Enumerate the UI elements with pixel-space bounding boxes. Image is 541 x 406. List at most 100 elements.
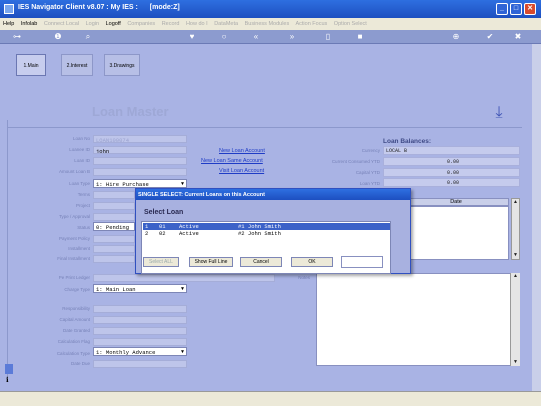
info-icon[interactable]: ℹ <box>6 376 9 384</box>
close-button[interactable]: ✕ <box>524 3 536 15</box>
status-label: Status <box>77 225 90 230</box>
menu-action-focus[interactable]: Action Focus <box>295 21 327 27</box>
status-select[interactable]: 0: Pending <box>93 222 135 231</box>
capital-amount-label: Capital Amount <box>59 317 90 322</box>
scroll-up-icon[interactable]: ▲ <box>511 273 520 280</box>
help-icon[interactable]: ❶ <box>52 32 64 41</box>
scroll-down-icon[interactable]: ▼ <box>511 359 520 366</box>
rewind-icon[interactable]: « <box>250 32 262 41</box>
stop-icon[interactable]: ■ <box>354 32 366 41</box>
installment-field[interactable] <box>93 245 135 253</box>
amount-loan-field[interactable] <box>93 168 187 176</box>
menu-infolab[interactable]: Infolab <box>21 21 38 27</box>
minimize-button[interactable]: _ <box>496 3 508 15</box>
date-due-label: Date Due <box>70 361 90 366</box>
circle-icon[interactable]: ○ <box>218 32 230 41</box>
list-item[interactable]: 1 01 Active #1 John Smith <box>143 223 390 230</box>
date-column-header[interactable]: Date <box>403 198 509 206</box>
balance-grid[interactable] <box>403 206 509 260</box>
heart-icon[interactable]: ♥ <box>186 32 198 41</box>
fast-forward-icon[interactable]: » <box>286 32 298 41</box>
menu-record[interactable]: Record <box>162 21 180 27</box>
right-strip <box>532 44 541 391</box>
check-icon[interactable]: ✔ <box>484 32 496 41</box>
date-due-field[interactable] <box>93 360 187 368</box>
pe-print-ledger-label: Pe Print Ledger <box>58 275 90 280</box>
menu-datameta[interactable]: DataMeta <box>214 21 238 27</box>
loan-no-label: Loan No <box>72 136 90 141</box>
page-icon[interactable]: ▯ <box>322 32 334 41</box>
loan-no-field[interactable]: LOAN100074 <box>93 135 187 143</box>
charge-type-select[interactable]: 1: Main Loan ▼ <box>93 284 187 293</box>
cancel-icon[interactable]: ✖ <box>512 32 524 41</box>
balance-label: Currency <box>361 148 380 153</box>
balance-label: Loan YTD <box>359 181 380 186</box>
show-full-line-button[interactable]: Show Full Line <box>189 257 233 267</box>
search-icon[interactable]: ⌕ <box>82 32 94 41</box>
chevron-down-icon: ▼ <box>180 181 184 187</box>
calculation-flag-field[interactable] <box>93 338 187 346</box>
visit-loan-account-link[interactable]: Visit Loan Account <box>219 168 264 174</box>
final-installment-label: Final Installment <box>57 256 90 261</box>
final-installment-field[interactable] <box>93 255 135 263</box>
capital-amount-field[interactable] <box>93 316 187 324</box>
add-icon[interactable]: ⊕ <box>450 32 462 41</box>
dialog-title: SINGLE SELECT: Current Loans on this Acc… <box>136 189 410 200</box>
project-field[interactable] <box>93 202 135 210</box>
terms-field[interactable] <box>93 191 135 199</box>
maximize-button[interactable]: □ <box>510 3 522 15</box>
download-icon[interactable]: ⤓ <box>487 104 511 124</box>
side-panel-icon[interactable] <box>5 364 13 374</box>
notes-textarea[interactable] <box>316 273 520 366</box>
calculation-flag-label: Calculation Flag <box>57 339 90 344</box>
loanee-id-label: Loanee ID <box>69 147 90 152</box>
new-loan-account-link[interactable]: New Loan Account <box>219 148 265 154</box>
chevron-down-icon: ▼ <box>180 286 184 292</box>
row-description: #2 John Smith <box>238 230 281 237</box>
loan-id-field[interactable] <box>93 157 187 165</box>
select-all-button[interactable]: Select ALL <box>143 257 179 267</box>
tab-interest[interactable]: 2.Interest <box>61 54 93 76</box>
balance-value: 0.00 <box>383 168 520 177</box>
key-icon[interactable]: ⊶ <box>8 32 26 41</box>
responsibility-field[interactable] <box>93 305 187 313</box>
scroll-down-icon[interactable]: ▼ <box>512 252 519 259</box>
menu-option-select[interactable]: Option Select <box>334 21 367 27</box>
app-logo-icon <box>4 4 14 14</box>
notes-scrollbar[interactable]: ▲ ▼ <box>510 273 520 366</box>
status-bar <box>0 391 541 406</box>
title-bar: IES Navigator Client v8.07 : My IES : [m… <box>0 0 541 18</box>
loan-balances-title: Loan Balances: <box>383 138 432 145</box>
loan-type-select[interactable]: 1: Hire Purchase ▼ <box>93 179 187 188</box>
payment-policy-label: Payment Policy <box>58 236 90 241</box>
menu-login[interactable]: Login <box>86 21 99 27</box>
filter-input[interactable] <box>341 256 383 268</box>
pe-print-ledger-field[interactable] <box>93 274 275 282</box>
menu-help[interactable]: Help <box>3 21 14 27</box>
menu-logoff[interactable]: Logoff <box>106 21 121 27</box>
row-status: Active <box>179 223 199 230</box>
tab-main[interactable]: 1.Main <box>16 54 46 76</box>
list-item[interactable]: 2 02 Active #2 John Smith <box>143 230 390 237</box>
menu-bar: Help Infolab Connect Local Login Logoff … <box>0 18 541 30</box>
scroll-up-icon[interactable]: ▲ <box>512 199 519 206</box>
responsibility-label: Responsibility <box>62 306 90 311</box>
type-approval-field[interactable] <box>93 213 135 221</box>
charge-type-label: Charge Type <box>64 287 90 292</box>
grid-scrollbar[interactable]: ▲ ▼ <box>511 198 520 260</box>
divider <box>8 127 522 128</box>
loanee-id-field[interactable]: john <box>93 146 187 154</box>
cancel-button[interactable]: Cancel <box>240 257 282 267</box>
ok-button[interactable]: OK <box>291 257 333 267</box>
menu-business-modules[interactable]: Business Modules <box>245 21 290 27</box>
payment-policy-field[interactable] <box>93 235 135 243</box>
menu-how-do-i[interactable]: How do I <box>186 21 208 27</box>
new-loan-same-account-link[interactable]: New Loan Same Account <box>201 158 263 164</box>
calculation-type-select[interactable]: 1: Monthly Advance ▼ <box>93 347 187 356</box>
tab-drawings[interactable]: 3.Drawings <box>104 54 140 76</box>
menu-companies[interactable]: Companies <box>127 21 155 27</box>
date-granted-field[interactable] <box>93 327 187 335</box>
toolbar: ⊶ ❶ ⌕ ♥ ○ « » ▯ ■ ⊕ ✔ ✖ <box>0 30 541 44</box>
app-window: IES Navigator Client v8.07 : My IES : [m… <box>0 0 541 406</box>
menu-connect-local[interactable]: Connect Local <box>44 21 79 27</box>
